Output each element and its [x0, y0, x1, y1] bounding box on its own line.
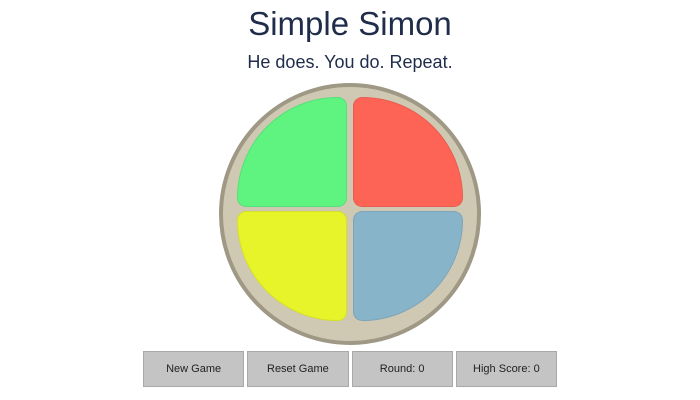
red-pad[interactable] — [353, 97, 463, 207]
high-score-display: High Score: 0 — [455, 351, 557, 387]
blue-pad[interactable] — [353, 211, 463, 321]
green-pad[interactable] — [237, 97, 347, 207]
control-bar: New Game Reset Game Round: 0 High Score:… — [143, 351, 557, 387]
page-subtitle: He does. You do. Repeat. — [247, 52, 453, 72]
simon-board — [219, 83, 481, 345]
page-title: Simple Simon — [248, 5, 452, 42]
new-game-button[interactable]: New Game — [143, 351, 245, 387]
yellow-pad[interactable] — [237, 211, 347, 321]
round-counter: Round: 0 — [351, 351, 453, 387]
reset-game-button[interactable]: Reset Game — [247, 351, 349, 387]
simon-page: Simple Simon He does. You do. Repeat. Ne… — [0, 0, 700, 400]
